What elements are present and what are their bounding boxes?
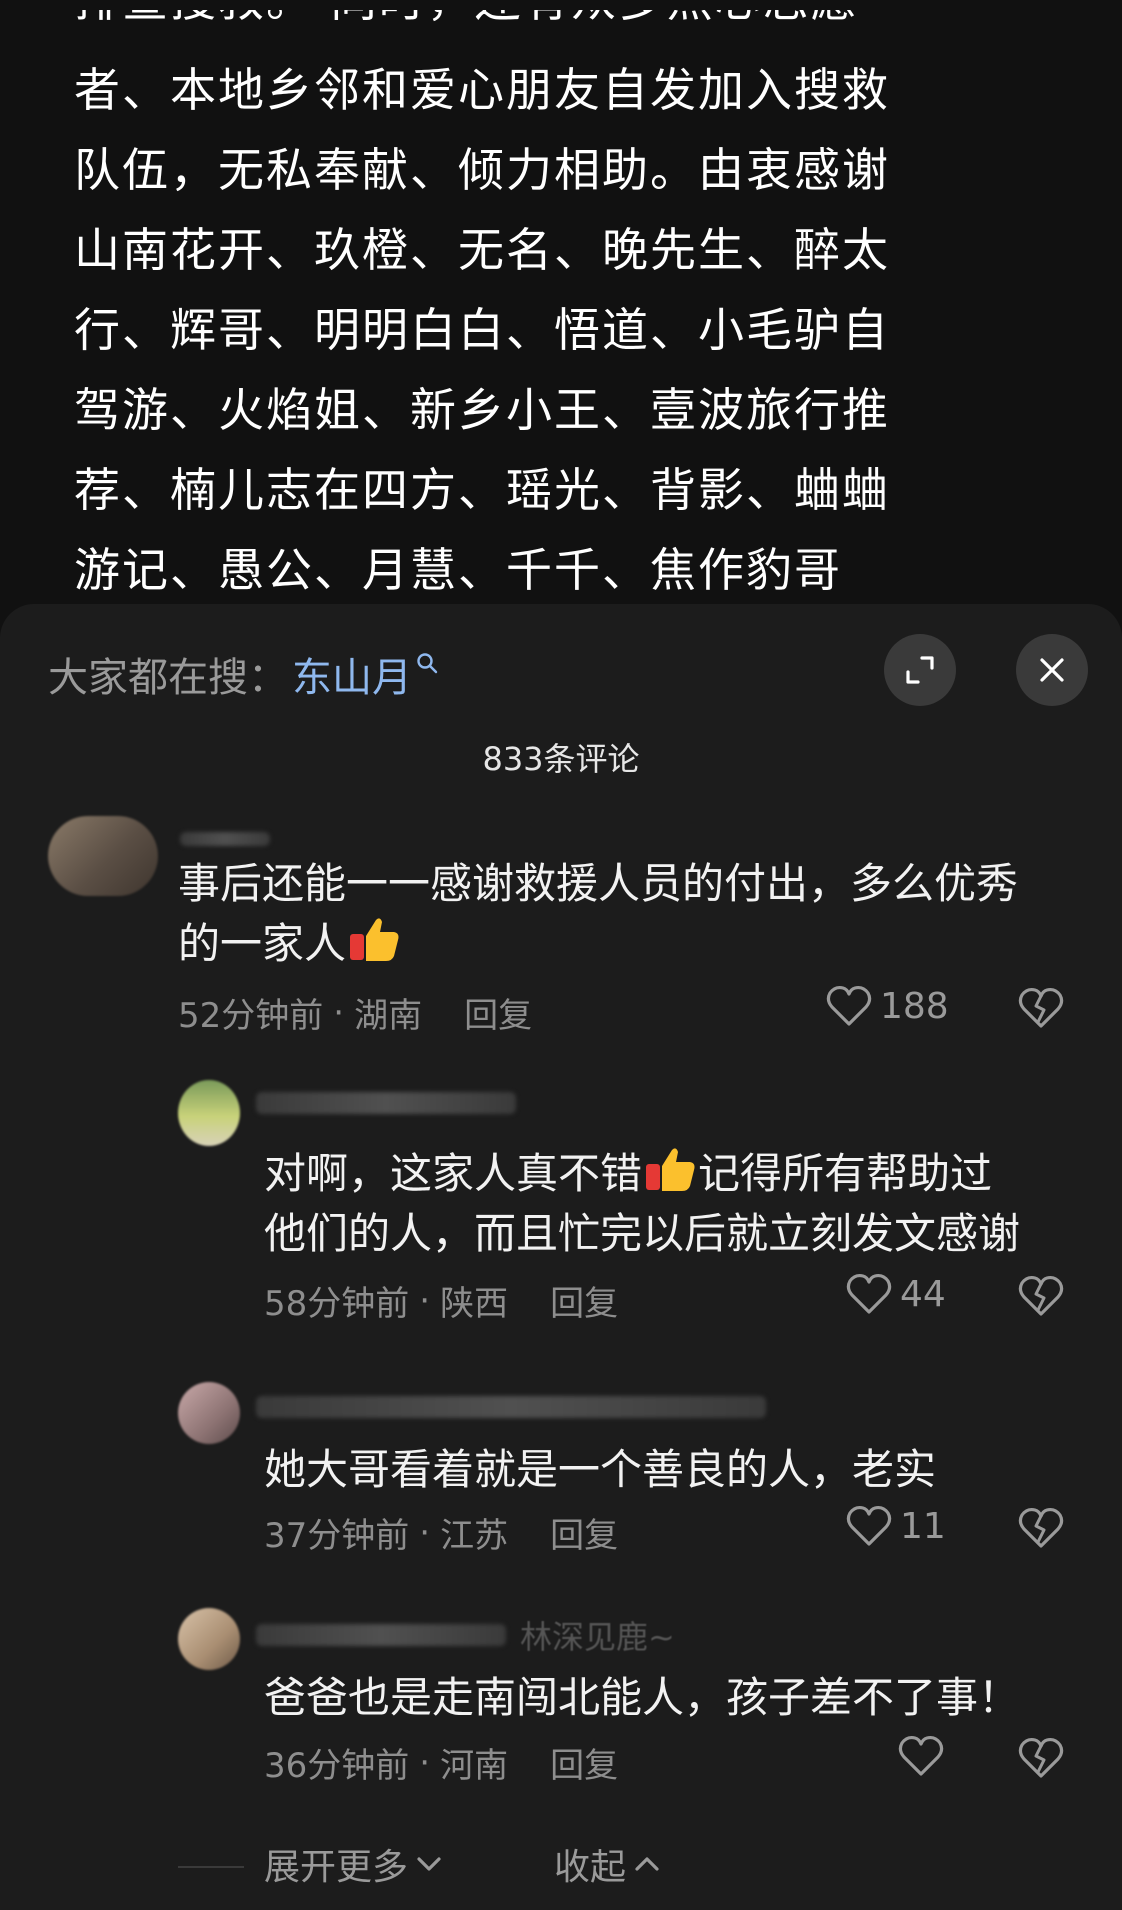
avatar[interactable] bbox=[48, 816, 158, 896]
like-count: 188 bbox=[880, 985, 949, 1027]
username-blurred[interactable] bbox=[256, 1624, 506, 1646]
thumbs-up-emoji bbox=[350, 918, 399, 961]
avatar[interactable] bbox=[178, 1608, 240, 1670]
broken-heart-icon[interactable] bbox=[1018, 1736, 1064, 1780]
article-line: 者、本地乡邻和爱心朋友自发加入搜救 bbox=[74, 63, 890, 117]
comment-text: 事后还能一一感谢救援人员的付出，多么优秀 的一家人 bbox=[178, 859, 1019, 968]
divider bbox=[178, 1866, 244, 1868]
reply-button[interactable]: 回复 bbox=[550, 1276, 618, 1325]
comment-time: 36分钟前 bbox=[264, 1746, 410, 1786]
article-background: 排查搜救。 同时，还有众多热心志愿 者、本地乡邻和爱心朋友自发加入搜救 队伍，无… bbox=[0, 0, 1122, 640]
username-blurred[interactable] bbox=[256, 1092, 516, 1114]
comment-location: 湖南 bbox=[354, 996, 423, 1036]
collapse-button[interactable]: 收起 bbox=[554, 1838, 662, 1890]
heart-icon bbox=[846, 1505, 892, 1546]
chevron-down-icon bbox=[417, 1857, 441, 1871]
article-line: 排查搜救。 同时，还有众多热心志愿 bbox=[74, 10, 894, 50]
expand-more-button[interactable]: 展开更多 bbox=[264, 1838, 444, 1890]
comment-sheet: 大家都在搜： 东山月 833条评论 事后还能一一感谢救援人员的付出，多么优秀 的… bbox=[0, 604, 1122, 1910]
username-blurred[interactable] bbox=[256, 1396, 766, 1418]
collapse-label: 收起 bbox=[554, 1847, 627, 1888]
broken-heart-icon[interactable] bbox=[1018, 986, 1064, 1030]
comment-meta: 58分钟前 · 陕西 回复 bbox=[264, 1276, 618, 1325]
avatar[interactable] bbox=[178, 1080, 240, 1146]
article-text: 排查搜救。 同时，还有众多热心志愿 者、本地乡邻和爱心朋友自发加入搜救 队伍，无… bbox=[74, 10, 894, 610]
broken-heart-icon[interactable] bbox=[1018, 1506, 1064, 1550]
thumbs-up-emoji bbox=[646, 1148, 695, 1191]
comment-location: 河南 bbox=[440, 1746, 509, 1786]
article-line: 荐、楠儿志在四方、瑶光、背影、蛐蛐 bbox=[74, 463, 890, 517]
comment-item: 事后还能一一感谢救援人员的付出，多么优秀 的一家人 52分钟前 · 湖南 回复 … bbox=[0, 604, 1122, 1036]
like-count: 11 bbox=[900, 1505, 946, 1547]
comment-time: 58分钟前 bbox=[264, 1284, 410, 1324]
comment-text: 对啊，这家人真不错 记得所有帮助过 他们的人，而且忙完以后就立刻发文感谢 bbox=[264, 1144, 1020, 1264]
reply-button[interactable]: 回复 bbox=[550, 1508, 618, 1557]
like-button[interactable]: 188 bbox=[826, 984, 949, 1028]
article-line: 行、辉哥、明明白白、悟道、小毛驴自 bbox=[74, 303, 890, 357]
avatar[interactable] bbox=[178, 1382, 240, 1444]
comment-time: 52分钟前 bbox=[178, 996, 324, 1036]
comment-meta: 52分钟前 · 湖南 回复 bbox=[178, 988, 532, 1037]
comment-location: 陕西 bbox=[440, 1284, 509, 1324]
heart-icon bbox=[826, 985, 872, 1026]
reply-button[interactable]: 回复 bbox=[464, 988, 532, 1037]
like-count: 44 bbox=[900, 1273, 946, 1315]
broken-heart-icon[interactable] bbox=[1018, 1274, 1064, 1318]
article-line: 游记、愚公、月慧、千千、焦作豹哥 bbox=[74, 543, 842, 597]
expand-more-label: 展开更多 bbox=[264, 1847, 409, 1888]
article-line: 山南花开、玖橙、无名、晚先生、醉太 bbox=[74, 223, 890, 277]
username-blurred[interactable] bbox=[180, 832, 270, 846]
heart-icon bbox=[898, 1735, 944, 1776]
article-line: 驾游、火焰姐、新乡小王、壹波旅行推 bbox=[74, 383, 890, 437]
comment-meta: 37分钟前 · 江苏 回复 bbox=[264, 1508, 618, 1557]
username-fragment[interactable]: 林深见鹿~ bbox=[520, 1612, 675, 1658]
chevron-up-icon bbox=[635, 1857, 659, 1871]
like-button[interactable]: 44 bbox=[846, 1272, 946, 1316]
comment-text: 爸爸也是走南闯北能人，孩子差不了事！ bbox=[264, 1673, 1021, 1722]
like-button[interactable] bbox=[898, 1734, 944, 1778]
article-line: 队伍，无私奉献、倾力相助。由衷感谢 bbox=[74, 143, 890, 197]
comment-time: 37分钟前 bbox=[264, 1516, 410, 1556]
comment-text: 她大哥看着就是一个善良的人，老实 bbox=[264, 1445, 937, 1494]
heart-icon bbox=[846, 1273, 892, 1314]
like-button[interactable]: 11 bbox=[846, 1504, 946, 1548]
comment-meta: 36分钟前 · 河南 回复 bbox=[264, 1738, 618, 1787]
reply-button[interactable]: 回复 bbox=[550, 1738, 618, 1787]
comment-location: 江苏 bbox=[440, 1516, 509, 1556]
